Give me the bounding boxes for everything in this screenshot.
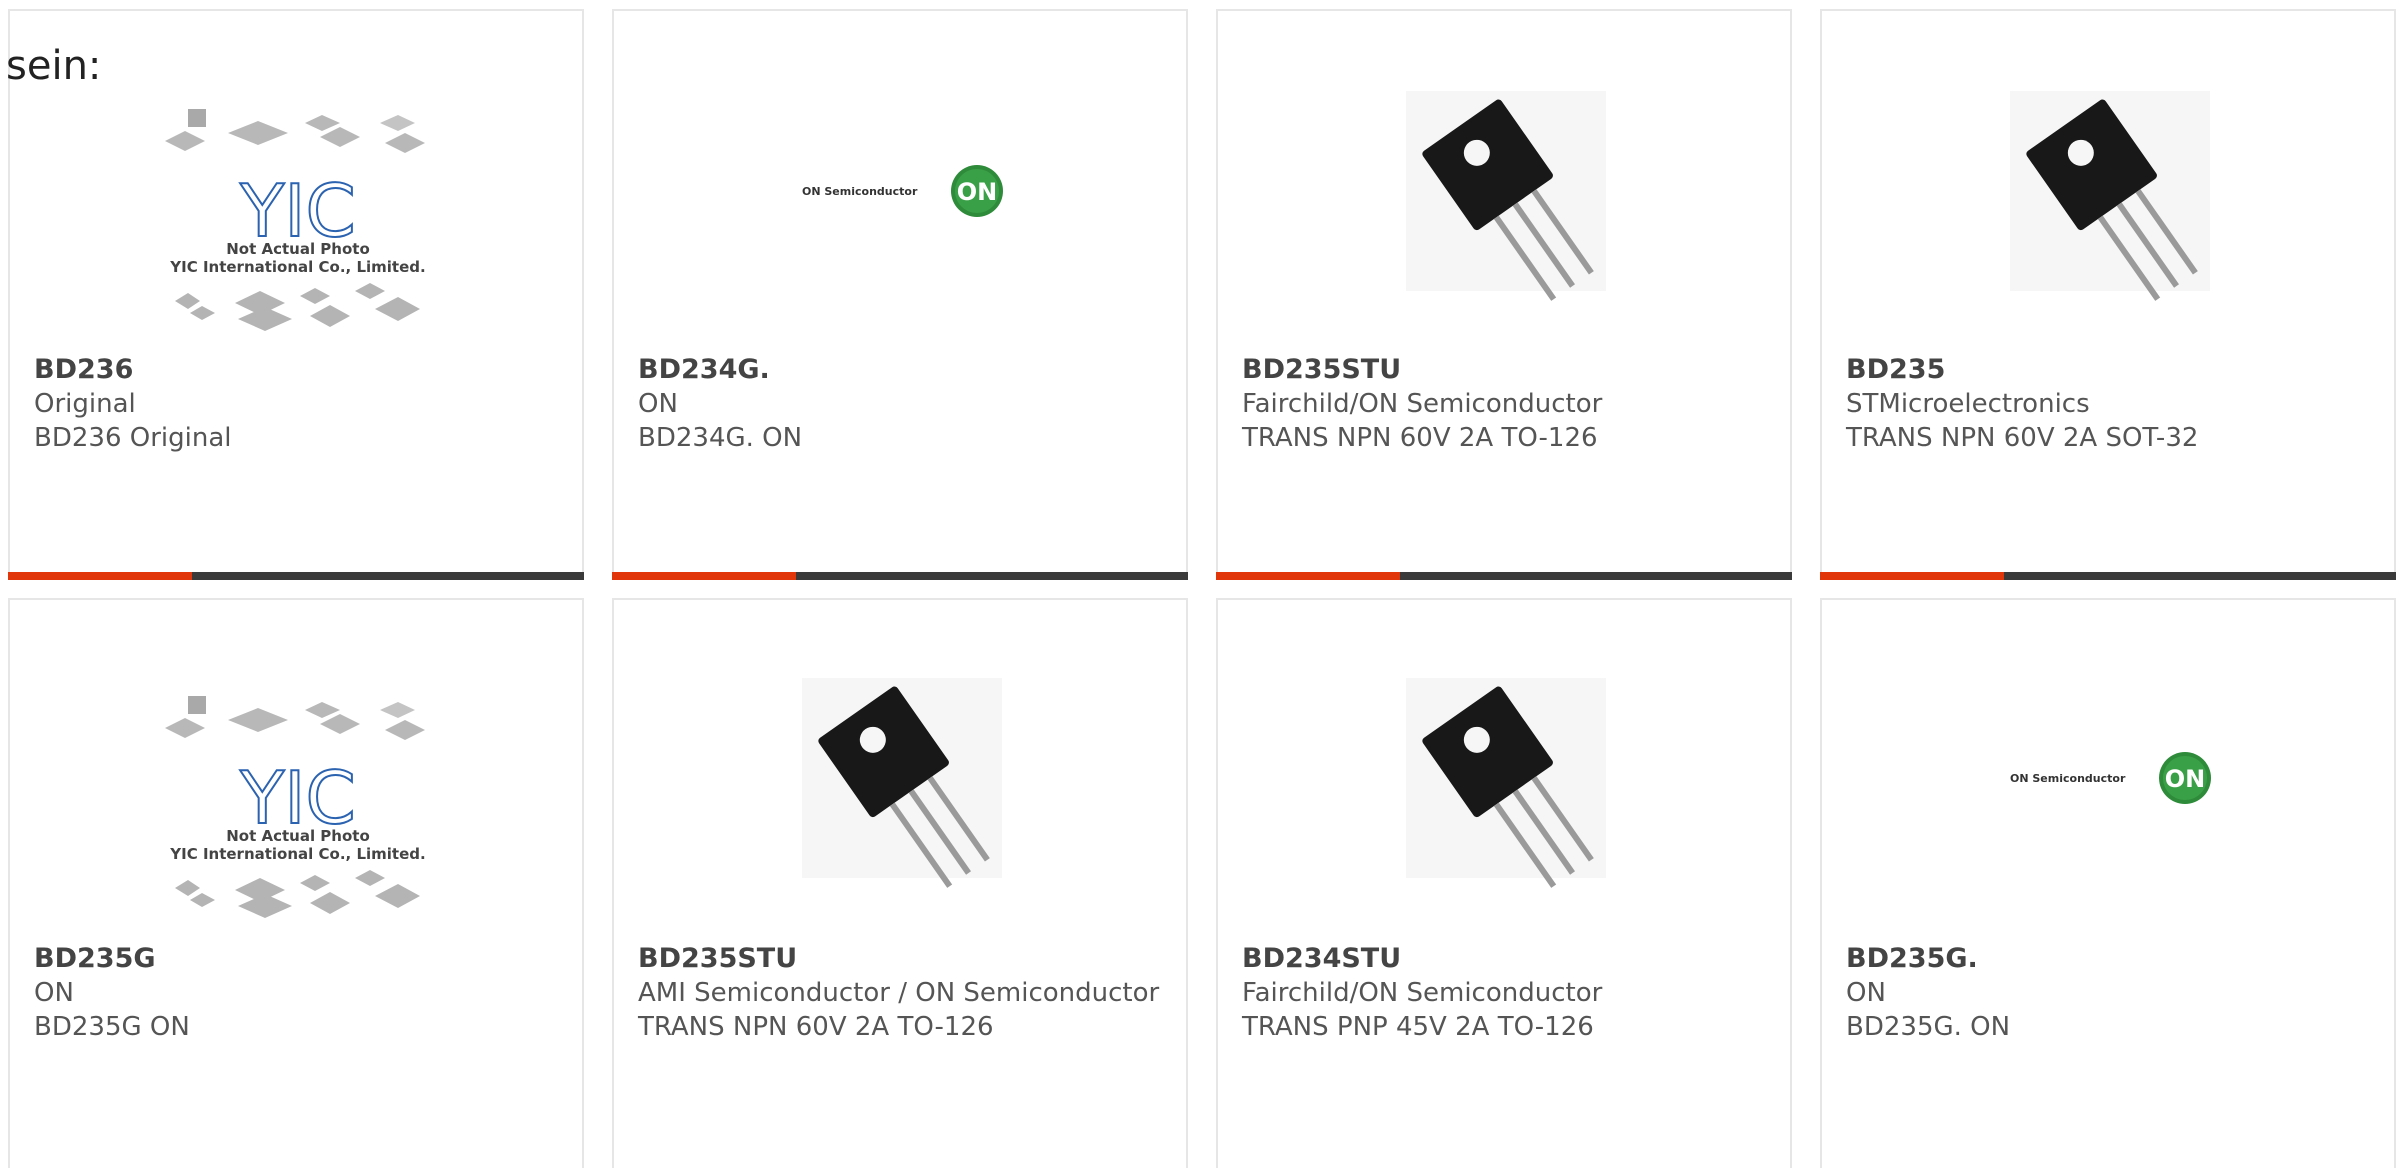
description: TRANS NPN 60V 2A SOT-32 bbox=[1846, 423, 2199, 453]
part-number[interactable]: BD236 bbox=[34, 353, 562, 387]
card-bar-accent bbox=[8, 572, 192, 580]
manufacturer: Original bbox=[34, 389, 136, 419]
product-card[interactable]: BD235STU Fairchild/ON Semiconductor TRAN… bbox=[1216, 9, 1792, 580]
svg-text:YIC International Co., Limited: YIC International Co., Limited. bbox=[169, 258, 425, 276]
transistor-image[interactable] bbox=[1218, 91, 1790, 341]
description: BD236 Original bbox=[34, 423, 232, 453]
manufacturer: Fairchild/ON Semiconductor bbox=[1242, 978, 1603, 1008]
product-card[interactable]: YIC Not Actual Photo YIC International C… bbox=[8, 598, 584, 1168]
part-number[interactable]: BD235STU bbox=[638, 942, 1166, 976]
yic-placeholder-image[interactable]: YIC Not Actual Photo YIC International C… bbox=[10, 678, 582, 928]
description: TRANS PNP 45V 2A TO-126 bbox=[1242, 1012, 1594, 1042]
manufacturer: Fairchild/ON Semiconductor bbox=[1242, 389, 1603, 419]
card-bar-accent bbox=[1820, 572, 2004, 580]
svg-text:YIC International Co., Limited: YIC International Co., Limited. bbox=[169, 845, 425, 863]
description: BD235G. ON bbox=[1846, 1012, 2011, 1042]
product-card[interactable]: ON Semiconductor ON BD235G. ON BD235G. O… bbox=[1820, 598, 2396, 1168]
card-bar bbox=[1216, 572, 1792, 580]
svg-text:ON: ON bbox=[2165, 765, 2206, 793]
card-bar-accent bbox=[612, 572, 796, 580]
card-bar-accent bbox=[1216, 572, 1400, 580]
manufacturer: ON bbox=[1846, 978, 1886, 1008]
product-card[interactable]: ON Semiconductor ON BD234G. ON BD234G. O… bbox=[612, 9, 1188, 580]
part-number[interactable]: BD235G bbox=[34, 942, 562, 976]
on-semiconductor-logo-image[interactable]: ON Semiconductor ON bbox=[1822, 678, 2394, 928]
yic-placeholder-image[interactable]: YIC Not Actual Photo YIC International C… bbox=[10, 91, 582, 341]
manufacturer: ON bbox=[34, 978, 74, 1008]
part-number[interactable]: BD235 bbox=[1846, 353, 2374, 387]
card-bar bbox=[612, 572, 1188, 580]
description: BD235G ON bbox=[34, 1012, 190, 1042]
on-semiconductor-logo-image[interactable]: ON Semiconductor ON bbox=[614, 91, 1186, 341]
card-bar bbox=[8, 572, 584, 580]
part-number[interactable]: BD234STU bbox=[1242, 942, 1770, 976]
svg-text:Not Actual Photo: Not Actual Photo bbox=[226, 240, 370, 258]
description: TRANS NPN 60V 2A TO-126 bbox=[1242, 423, 1598, 453]
product-card[interactable]: BD234STU Fairchild/ON Semiconductor TRAN… bbox=[1216, 598, 1792, 1168]
manufacturer: ON bbox=[638, 389, 678, 419]
part-number[interactable]: BD235G. bbox=[1846, 942, 2374, 976]
part-number[interactable]: BD234G. bbox=[638, 353, 1166, 387]
svg-text:ON: ON bbox=[957, 178, 998, 206]
product-card[interactable]: BD235STU AMI Semiconductor / ON Semicond… bbox=[612, 598, 1188, 1168]
description: TRANS NPN 60V 2A TO-126 bbox=[638, 1012, 994, 1042]
section-label: sein: bbox=[6, 43, 102, 89]
product-card[interactable]: BD235 STMicroelectronics TRANS NPN 60V 2… bbox=[1820, 9, 2396, 580]
svg-text:ON Semiconductor: ON Semiconductor bbox=[2010, 772, 2126, 785]
svg-text:Not Actual Photo: Not Actual Photo bbox=[226, 827, 370, 845]
manufacturer: STMicroelectronics bbox=[1846, 389, 2090, 419]
transistor-image[interactable] bbox=[1218, 678, 1790, 928]
transistor-image[interactable] bbox=[1822, 91, 2394, 341]
card-bar bbox=[1820, 572, 2396, 580]
product-card[interactable]: YIC Not Actual Photo YIC International C… bbox=[8, 9, 584, 580]
manufacturer: AMI Semiconductor / ON Semiconductor bbox=[638, 978, 1160, 1008]
description: BD234G. ON bbox=[638, 423, 803, 453]
part-number[interactable]: BD235STU bbox=[1242, 353, 1770, 387]
transistor-image[interactable] bbox=[614, 678, 1186, 928]
svg-text:ON Semiconductor: ON Semiconductor bbox=[802, 185, 918, 198]
